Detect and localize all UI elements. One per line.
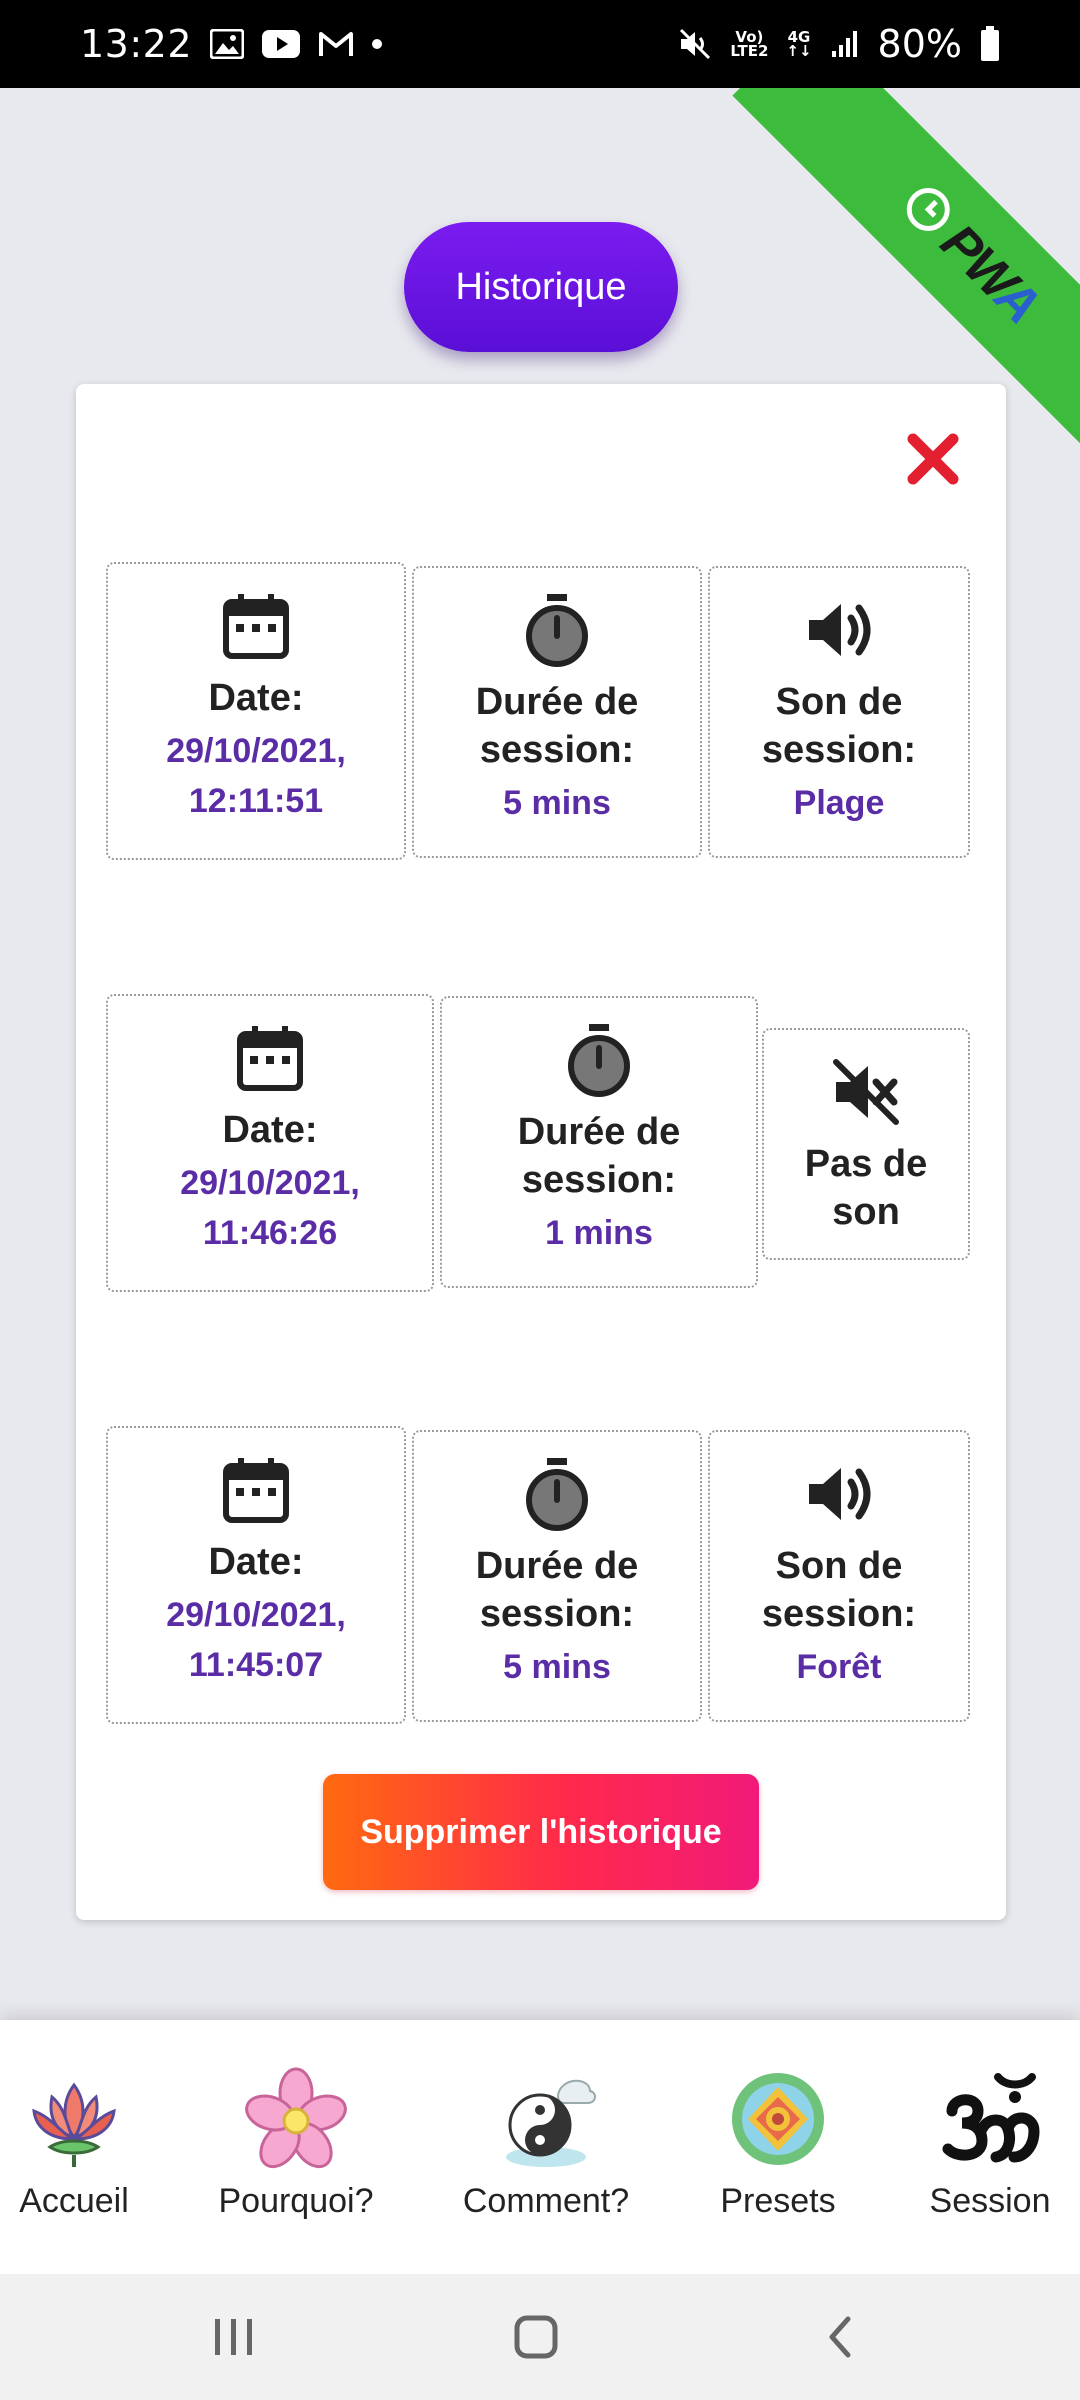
- calendar-icon: [216, 586, 296, 666]
- nav-item-session[interactable]: Session: [916, 2020, 1064, 2274]
- vibrate-mute-icon: [678, 27, 712, 61]
- gallery-notification-icon: [210, 29, 245, 59]
- entry-1-sound: Plage: [793, 784, 885, 822]
- battery-percent: 80%: [877, 22, 962, 66]
- delete-history-button[interactable]: Supprimer l'historique: [323, 1774, 759, 1890]
- entry-1-duration: 5 mins: [503, 784, 611, 822]
- stopwatch-icon: [517, 590, 597, 670]
- stopwatch-icon: [559, 1020, 639, 1100]
- om-symbol-icon: [938, 2064, 1042, 2174]
- sound-label-line2: session:: [761, 1593, 917, 1635]
- no-sound-label-line1: Pas de: [804, 1143, 928, 1185]
- entry-3-date: 29/10/2021,: [166, 1596, 346, 1634]
- duration-label-line1: Durée de: [517, 1111, 681, 1153]
- entry-2-date-cell: Date: 29/10/2021, 11:46:26: [106, 994, 434, 1292]
- history-card: Date: 29/10/2021, 12:11:51 Durée de sess…: [76, 384, 1006, 1920]
- calendar-icon: [216, 1450, 296, 1530]
- back-chevron-icon: [829, 2316, 851, 2358]
- gmail-notification-icon: [318, 30, 354, 58]
- entry-2-duration: 1 mins: [545, 1214, 653, 1252]
- status-bar: 13:22 Vo) LTE2 4G ↑↓ 80%: [0, 0, 1080, 88]
- close-button[interactable]: [894, 420, 972, 498]
- volume-icon: [799, 1454, 879, 1534]
- sound-label-line1: Son de: [775, 681, 903, 723]
- mandala-icon: [726, 2064, 830, 2174]
- entry-1-time: 12:11:51: [188, 782, 324, 820]
- entry-2-sound-cell: Pas de son: [762, 1028, 970, 1260]
- yin-yang-icon: [494, 2064, 598, 2174]
- duration-label-line2: session:: [521, 1159, 677, 1201]
- duration-label-line1: Durée de: [475, 681, 639, 723]
- duration-label-line2: session:: [479, 1593, 635, 1635]
- entry-1-date: 29/10/2021,: [166, 732, 346, 770]
- network-type-indicator: 4G ↑↓: [786, 28, 812, 60]
- recent-apps-button[interactable]: [174, 2274, 294, 2400]
- duration-label-line1: Durée de: [475, 1545, 639, 1587]
- home-icon: [514, 2315, 558, 2359]
- frangipani-flower-icon: [244, 2064, 348, 2174]
- battery-icon: [980, 26, 1000, 62]
- entry-1-duration-cell: Durée de session: 5 mins: [412, 566, 702, 858]
- stopwatch-icon: [517, 1454, 597, 1534]
- date-label: Date:: [208, 1541, 304, 1583]
- volume-icon: [799, 590, 879, 670]
- nav-label-accueil: Accueil: [19, 2182, 129, 2220]
- bottom-navigation: Accueil Pourquoi? Comment? Presets Sessi…: [0, 2020, 1080, 2274]
- nav-item-comment[interactable]: Comment?: [456, 2020, 636, 2274]
- lotus-icon: [22, 2064, 126, 2174]
- nav-item-pourquoi[interactable]: Pourquoi?: [212, 2020, 380, 2274]
- calendar-icon: [230, 1018, 310, 1098]
- entry-3-sound: Forêt: [796, 1648, 882, 1686]
- entry-3-duration-cell: Durée de session: 5 mins: [412, 1430, 702, 1722]
- nav-item-presets[interactable]: Presets: [704, 2020, 852, 2274]
- entry-2-time: 11:46:26: [202, 1214, 338, 1252]
- duration-label-line2: session:: [479, 729, 635, 771]
- sound-label-line1: Son de: [775, 1545, 903, 1587]
- date-label: Date:: [208, 677, 304, 719]
- recent-apps-icon: [215, 2319, 252, 2355]
- back-button[interactable]: [780, 2274, 900, 2400]
- signal-strength-icon: [830, 29, 860, 59]
- lte-text: LTE2: [730, 42, 769, 60]
- nav-label-presets: Presets: [720, 2182, 836, 2220]
- pwa-logo-text: PWA: [929, 213, 1051, 335]
- youtube-notification-icon: [262, 30, 301, 58]
- system-navigation-bar: [0, 2274, 1080, 2400]
- entry-2-date: 29/10/2021,: [180, 1164, 360, 1202]
- nav-label-session: Session: [929, 2182, 1051, 2220]
- network-type-text: 4G: [787, 28, 811, 46]
- entry-1-sound-cell: Son de session: Plage: [708, 566, 970, 858]
- sound-label-line2: session:: [761, 729, 917, 771]
- entry-3-duration: 5 mins: [503, 1648, 611, 1686]
- nav-item-accueil[interactable]: Accueil: [0, 2020, 148, 2274]
- home-button[interactable]: [476, 2274, 596, 2400]
- entry-1-date-cell: Date: 29/10/2021, 12:11:51: [106, 562, 406, 860]
- entry-2-duration-cell: Durée de session: 1 mins: [440, 996, 758, 1288]
- history-title-pill: Historique: [404, 222, 678, 352]
- volume-mute-icon: [826, 1052, 906, 1132]
- entry-3-date-cell: Date: 29/10/2021, 11:45:07: [106, 1426, 406, 1724]
- status-time: 13:22: [80, 22, 193, 66]
- nav-label-pourquoi: Pourquoi?: [218, 2182, 374, 2220]
- volte-indicator: Vo) LTE2: [730, 30, 769, 60]
- entry-3-sound-cell: Son de session: Forêt: [708, 1430, 970, 1722]
- close-x-icon: [907, 433, 959, 485]
- more-notifications-dot-icon: [372, 39, 383, 49]
- nav-label-comment: Comment?: [462, 2182, 630, 2220]
- date-label: Date:: [222, 1109, 318, 1151]
- entry-3-time: 11:45:07: [188, 1646, 324, 1684]
- no-sound-label-line2: son: [832, 1191, 900, 1233]
